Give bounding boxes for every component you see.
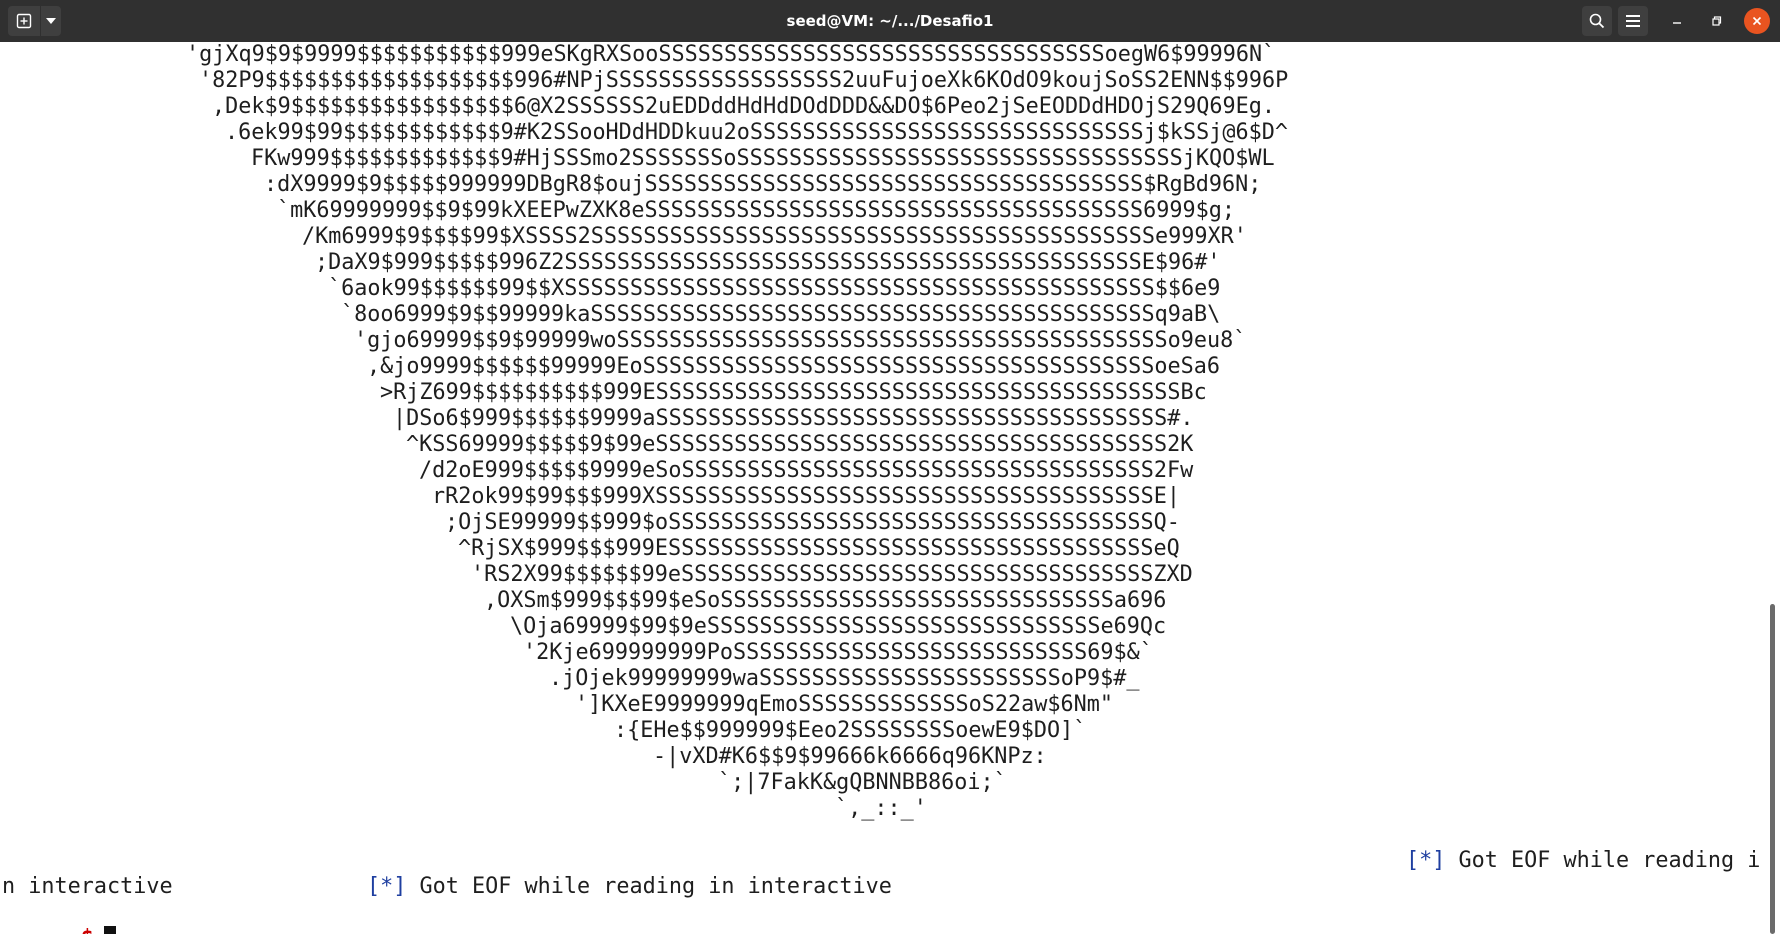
terminal-window: seed@VM: ~/.../Desafio1 'gjXq9$9$9999$$$… [0, 0, 1780, 934]
art-line: 'RS2X99$$$$$$99eSSSSSSSSSSSSSSSSSSSSSSSS… [471, 562, 1193, 587]
art-line: :{EHe$$999999$Eeo2SSSSSSSSoewE9$DO]` [614, 718, 1087, 743]
search-button[interactable] [1582, 6, 1612, 36]
menu-button[interactable] [1618, 6, 1648, 36]
art-line: ;OjSE99999$$999$oSSSSSSSSSSSSSSSSSSSSSSS… [445, 510, 1180, 535]
art-line: ,&jo9999$$$$$$99999EoSSSSSSSSSSSSSSSSSSS… [367, 354, 1220, 379]
prompt-line[interactable]: $ [2, 900, 116, 934]
terminal-output[interactable]: 'gjXq9$9$9999$$$$$$$$$$$999eSKgRXSooSSSS… [0, 42, 1766, 934]
status-marker: [*] [1406, 848, 1446, 873]
close-icon [1752, 16, 1762, 26]
status-marker: [*] [367, 874, 407, 899]
art-line: -|vXD#K6$$9$99666k6666q96KNPz: [653, 744, 1047, 769]
art-line: :dX9999$9$$$$$999999DBgR8$oujSSSSSSSSSSS… [264, 172, 1262, 197]
search-icon [1589, 13, 1605, 29]
eof-message-wrap: n interactive [2, 874, 173, 899]
art-line: `;|7FakK&gQBNNBB86oi;` [718, 770, 1007, 795]
art-line: 'gjXq9$9$9999$$$$$$$$$$$999eSKgRXSooSSSS… [186, 42, 1276, 67]
art-line: ^KSS69999$$$$$9$99eSSSSSSSSSSSSSSSSSSSSS… [406, 432, 1194, 457]
art-line: ^RjSX$999$$$999ESSSSSSSSSSSSSSSSSSSSSSSS… [458, 536, 1180, 561]
art-line: ;DaX9$999$$$$$996Z2SSSSSSSSSSSSSSSSSSSSS… [315, 250, 1221, 275]
text-cursor [103, 926, 116, 934]
eof-message: [*] Got EOF while reading i [1406, 848, 1761, 873]
hamburger-menu-icon [1626, 15, 1640, 27]
minimize-icon [1673, 22, 1681, 24]
art-line: ,OXSm$999$$$99$eSoSSSSSSSSSSSSSSSSSSSSSS… [484, 588, 1167, 613]
art-line: '2Kje699999999PoSSSSSSSSSSSSSSSSSSSSSSSS… [523, 640, 1153, 665]
art-line: `8oo6999$9$$99999kaSSSSSSSSSSSSSSSSSSSSS… [341, 302, 1221, 327]
art-line: /Km6999$9$$$$99$XSSSS2SSSSSSSSSSSSSSSSSS… [302, 224, 1247, 249]
maximize-icon [1712, 16, 1722, 26]
close-button[interactable] [1744, 8, 1770, 34]
eof-message-line: [*] Got EOF while reading i [1406, 848, 1760, 874]
art-line: rR2ok99$99$$$999XSSSSSSSSSSSSSSSSSSSSSSS… [432, 484, 1181, 509]
art-line: \Oja69999$99$9eSSSSSSSSSSSSSSSSSSSSSSSSS… [510, 614, 1167, 639]
art-line: '82P9$$$$$$$$$$$$$$$$$$$996#NPjSSSSSSSSS… [199, 68, 1289, 93]
art-line: FKw999$$$$$$$$$$$$$9#HjSSSmo2SSSSSSSoSSS… [251, 146, 1275, 171]
art-line: 'gjo69999$$9$99999woSSSSSSSSSSSSSSSSSSSS… [354, 328, 1247, 353]
eof-message-second: [*] Got EOF while reading in interactive [367, 874, 892, 899]
art-line: `6aok99$$$$$$99$$XSSSSSSSSSSSSSSSSSSSSSS… [328, 276, 1221, 301]
scrollbar-thumb[interactable] [1770, 604, 1775, 934]
art-line: .jOjek99999999waSSSSSSSSSSSSSSSSSSSSSSSo… [549, 666, 1140, 691]
art-line: /d2oE999$$$$$9999eSoSSSSSSSSSSSSSSSSSSSS… [419, 458, 1194, 483]
art-line: `,_::_' [835, 796, 927, 821]
titlebar: seed@VM: ~/.../Desafio1 [0, 0, 1780, 42]
art-line: .6ek99$99$$$$$$$$$$$$9#K2SSooHDdHDDkuu2o… [225, 120, 1288, 145]
art-line: `mK69999999$$9$99kXEEPwZXK8eSSSSSSSSSSSS… [277, 198, 1235, 223]
art-line: ,Dek$9$$$$$$$$$$$$$$$$$6@X2SSSSSS2uEDDdd… [212, 94, 1275, 119]
art-line: |DSo6$999$$$$$$9999aSSSSSSSSSSSSSSSSSSSS… [393, 406, 1194, 431]
minimize-button[interactable] [1664, 8, 1690, 34]
art-line: >RjZ699$$$$$$$$$$999ESSSSSSSSSSSSSSSSSSS… [380, 380, 1207, 405]
maximize-button[interactable] [1704, 8, 1730, 34]
prompt-symbol: $ [81, 926, 94, 934]
window-title: seed@VM: ~/.../Desafio1 [786, 12, 994, 30]
art-line: ']KXeE9999999qEmoSSSSSSSSSSSSSoS22aw$6Nm… [575, 692, 1114, 717]
